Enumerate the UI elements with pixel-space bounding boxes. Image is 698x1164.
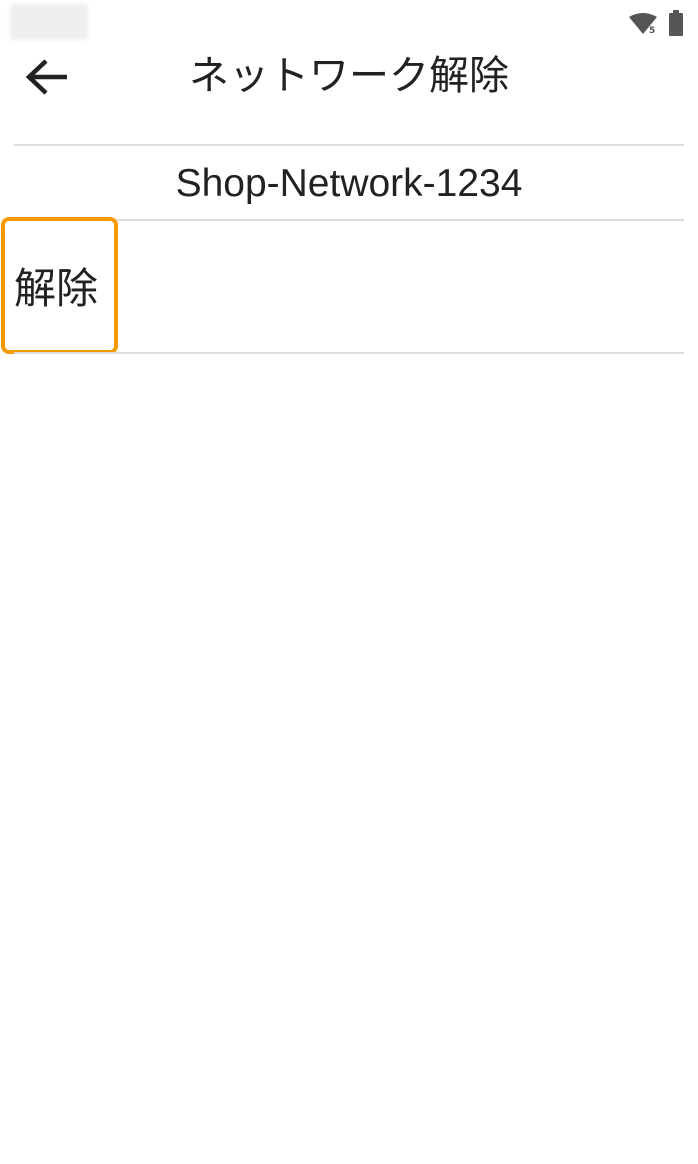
battery-full-icon [669, 10, 683, 36]
page-title: ネットワーク解除 [189, 53, 509, 99]
release-button[interactable]: 解除 [14, 252, 104, 326]
back-button[interactable] [20, 52, 74, 102]
wifi-signal-icon: 5 [629, 13, 657, 36]
network-name: Shop-Network-1234 [175, 162, 523, 205]
arrow-left-icon [25, 59, 67, 95]
status-bar: 5 [0, 0, 698, 44]
divider [14, 352, 684, 354]
status-time-blurred [10, 4, 88, 40]
wifi-badge: 5 [649, 26, 655, 36]
divider [14, 144, 684, 146]
